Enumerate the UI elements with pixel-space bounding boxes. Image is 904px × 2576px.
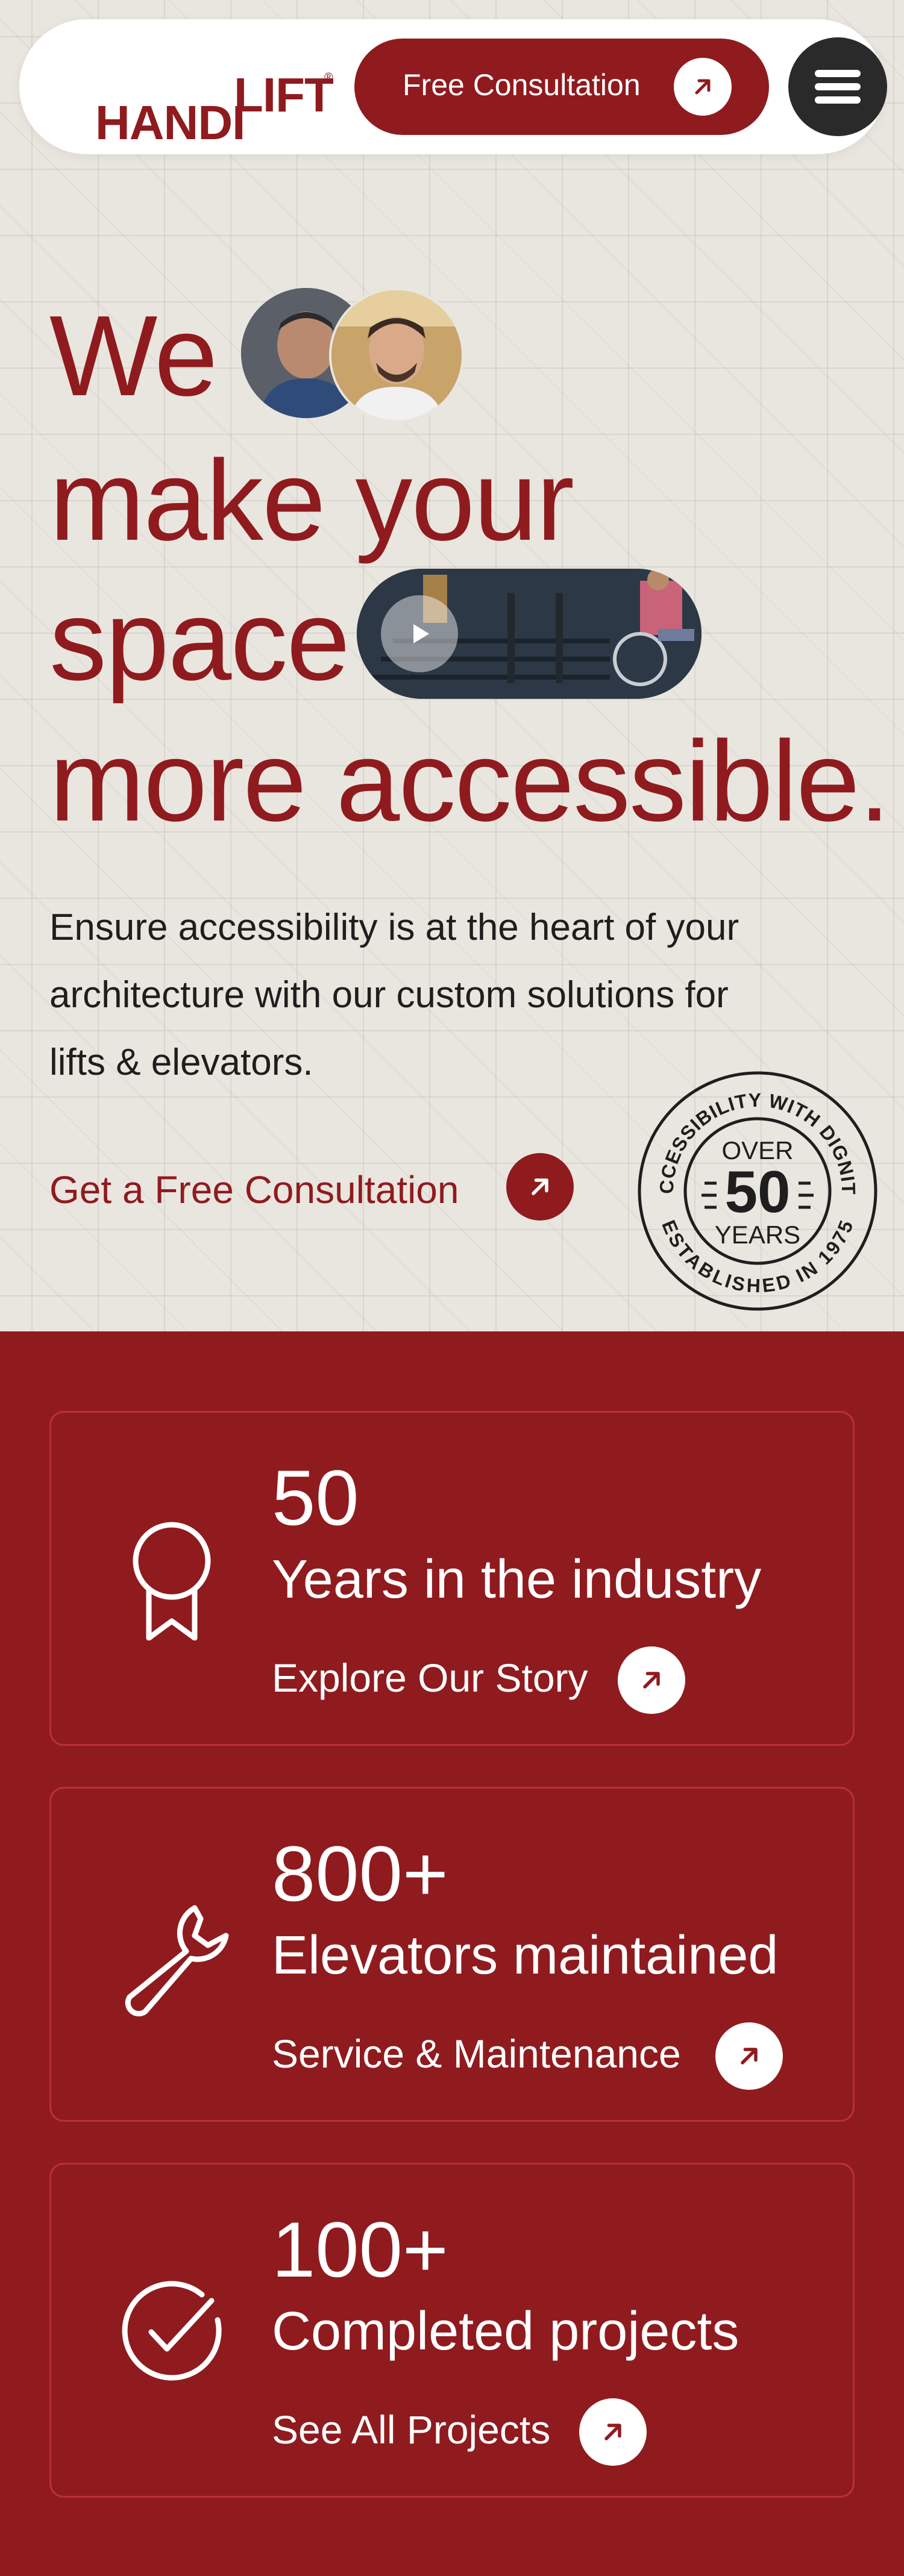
card-link-label: Service & Maintenance — [272, 2031, 681, 2076]
hero-description: Ensure accessibility is at the heart of … — [49, 907, 739, 1083]
badge-years: YEARS — [715, 1221, 800, 1249]
arrow-up-right-icon — [618, 1646, 685, 1714]
arrow-up-right-icon — [506, 1153, 574, 1221]
wrench-icon — [111, 1896, 232, 2016]
menu-button[interactable] — [788, 37, 887, 136]
navbar: HANDI LIFT ® Free Consultation — [19, 19, 887, 154]
get-free-consultation-label: Get a Free Consultation — [49, 1168, 459, 1211]
stat-number: 50 — [272, 1454, 359, 1542]
logo-registered-mark: ® — [324, 71, 333, 84]
explore-our-story-link[interactable]: Explore Our Story — [272, 1642, 694, 1714]
get-free-consultation-link[interactable]: Get a Free Consultation — [49, 1148, 580, 1224]
stat-card-years: 50 Years in the industry Explore Our Sto… — [49, 1411, 855, 1746]
free-consultation-button[interactable]: Free Consultation — [354, 39, 769, 135]
stat-label: Years in the industry — [272, 1549, 762, 1610]
stat-card-projects: 100+ Completed projects See All Projects — [49, 2163, 855, 2498]
stat-label: Elevators maintained — [272, 1925, 779, 1986]
stat-number: 800+ — [272, 1830, 448, 1918]
video-thumbnail-button[interactable] — [357, 569, 702, 699]
award-ribbon-icon — [111, 1520, 232, 1641]
check-circle-icon — [111, 2272, 232, 2392]
headline-line-4: more accessible. — [49, 717, 891, 845]
hero-section: HANDI LIFT ® Free Consultation We make y… — [0, 0, 904, 1331]
stat-card-elevators: 800+ Elevators maintained Service & Main… — [49, 1787, 855, 2122]
card-link-label: Explore Our Story — [272, 1655, 588, 1700]
badge-number: 50 — [724, 1158, 790, 1225]
service-maintenance-link[interactable]: Service & Maintenance — [272, 2018, 790, 2090]
stat-label: Completed projects — [272, 2301, 739, 2362]
see-all-projects-link[interactable]: See All Projects — [272, 2393, 658, 2466]
handilift-logo[interactable]: HANDI LIFT ® — [76, 43, 341, 149]
logo-handi: HANDI — [95, 96, 245, 149]
arrow-up-right-icon — [674, 58, 732, 116]
logo-lift: LIFT — [234, 68, 334, 122]
card-link-label: See All Projects — [272, 2407, 551, 2452]
stat-number: 100+ — [272, 2206, 448, 2293]
stats-section: 50 Years in the industry Explore Our Sto… — [0, 1331, 904, 2576]
play-icon — [381, 595, 458, 672]
team-member-avatar-2 — [329, 288, 464, 423]
headline-line-1: We — [49, 292, 218, 420]
free-consultation-label: Free Consultation — [403, 68, 641, 102]
headline-line-2: make your — [49, 437, 574, 564]
arrow-up-right-icon — [579, 2398, 647, 2466]
arrow-up-right-icon — [715, 2022, 783, 2090]
over-50-years-badge: ACCESSIBILITY WITH DIGNITY ESTABLISHED I… — [635, 1069, 877, 1311]
headline-line-3: space — [49, 577, 350, 704]
